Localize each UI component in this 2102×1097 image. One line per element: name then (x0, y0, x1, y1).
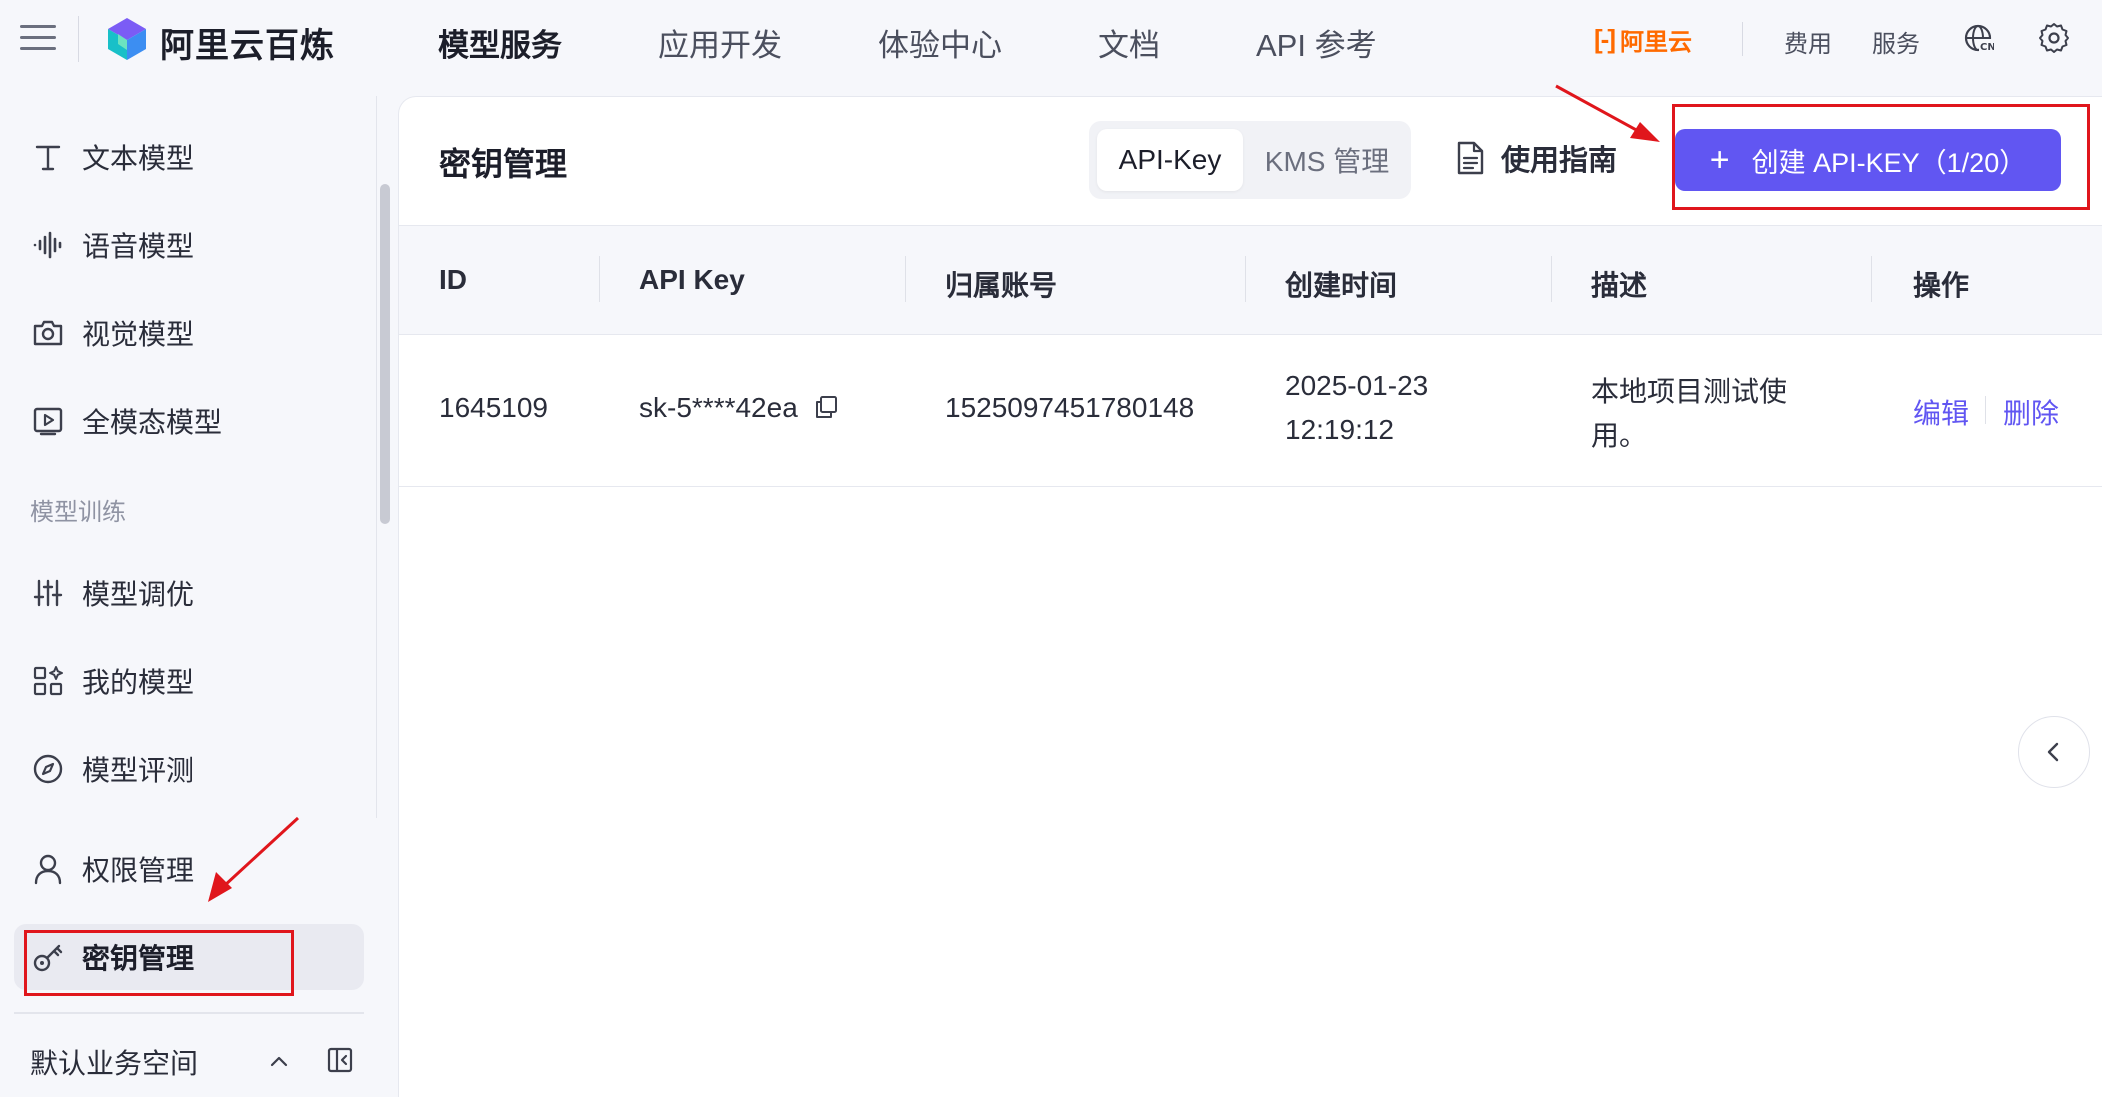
video-play-icon (30, 403, 66, 439)
cell-account: 1525097451780148 (945, 392, 1195, 423)
sidebar-item-model-tuning[interactable]: 模型调优 (14, 560, 364, 626)
tab-kms[interactable]: KMS 管理 (1249, 129, 1405, 191)
user-icon (30, 851, 66, 887)
sidebar-item-label: 我的模型 (82, 667, 195, 698)
action-divider (1985, 396, 1986, 424)
sidebar-collapse-icon[interactable] (326, 1046, 354, 1074)
usage-guide-label: 使用指南 (1501, 145, 1618, 177)
table-header: ID API Key 归属账号 创建时间 描述 操作 (399, 225, 2102, 335)
aliyun-logo-icon: [-] (1594, 24, 1616, 54)
delete-link[interactable]: 删除 (2003, 392, 2059, 432)
column-divider[interactable] (1551, 256, 1552, 302)
nav-api-reference[interactable]: API 参考 (1256, 20, 1377, 65)
sidebar-item-label: 语音模型 (82, 231, 195, 262)
highlight-box-create-button (1672, 104, 2090, 210)
sidebar-item-text-model[interactable]: 文本模型 (14, 124, 364, 190)
topbar-divider (78, 16, 79, 62)
aliyun-brand-text: 阿里云 (1619, 29, 1692, 56)
audio-wave-icon (30, 227, 66, 263)
panel-toggle-button[interactable] (2018, 716, 2090, 788)
bailian-logo-icon (108, 18, 146, 60)
sidebar-item-label: 模型调优 (82, 579, 195, 610)
sidebar-item-permission[interactable]: 权限管理 (14, 836, 364, 902)
nav-model-service[interactable]: 模型服务 (438, 20, 562, 65)
service-link[interactable]: 服务 (1872, 24, 1920, 59)
table-row: 1645109 sk-5****42ea 1525097451780148 20… (399, 334, 2102, 487)
sidebar-item-label: 文本模型 (82, 143, 195, 174)
column-divider[interactable] (1871, 256, 1872, 302)
menu-icon[interactable] (20, 22, 56, 54)
topbar-divider-right (1742, 22, 1743, 56)
column-header-id: ID (439, 264, 467, 295)
column-header-actions: 操作 (1913, 270, 1970, 301)
column-divider[interactable] (599, 256, 600, 302)
copy-icon[interactable] (813, 394, 839, 420)
sidebar-section-training: 模型训练 (30, 499, 126, 526)
sliders-icon (30, 575, 66, 611)
sidebar-item-label: 模型评测 (82, 755, 195, 786)
usage-guide-link[interactable]: 使用指南 (1455, 137, 1617, 179)
top-navigation-bar: 阿里云百炼 模型服务 应用开发 体验中心 文档 API 参考 [-] 阿里云 费… (0, 0, 2102, 80)
column-header-api-key: API Key (639, 264, 745, 295)
nav-experience-center[interactable]: 体验中心 (878, 20, 1002, 65)
language-icon[interactable]: CN (1962, 22, 1994, 54)
chevron-up-icon[interactable] (268, 1050, 290, 1072)
sidebar-scrollbar[interactable] (380, 184, 390, 524)
sidebar-item-label: 视觉模型 (82, 319, 195, 350)
main-nav: 模型服务 应用开发 体验中心 文档 API 参考 (438, 20, 1473, 65)
cell-created-time: 12:19:12 (1285, 414, 1394, 445)
cell-api-key: sk-5****42ea (639, 392, 798, 423)
app-logo-text[interactable]: 阿里云百炼 (160, 18, 335, 67)
cell-created-date: 2025-01-23 (1285, 370, 1429, 401)
column-divider[interactable] (1245, 256, 1246, 302)
text-icon (30, 139, 66, 175)
sidebar-scroll-track (376, 96, 377, 818)
aliyun-brand-link[interactable]: [-] 阿里云 (1594, 22, 1692, 57)
models-grid-icon (30, 663, 66, 699)
workspace-selector[interactable]: 默认业务空间 (30, 1042, 198, 1082)
settings-icon[interactable] (2038, 22, 2070, 54)
column-header-description: 描述 (1591, 270, 1648, 301)
edit-link[interactable]: 编辑 (1913, 392, 1969, 432)
key-type-tabs: API-Key KMS 管理 (1089, 121, 1411, 199)
main-content-panel: 密钥管理 API-Key KMS 管理 使用指南 + 创建 API-KEY（1/… (398, 96, 2102, 1097)
column-divider[interactable] (905, 256, 906, 302)
sidebar-item-model-eval[interactable]: 模型评测 (14, 736, 364, 802)
sidebar-bottom-divider (14, 1012, 364, 1014)
sidebar-item-label: 权限管理 (82, 855, 195, 886)
column-header-account: 归属账号 (945, 270, 1058, 301)
camera-icon (30, 315, 66, 351)
nav-docs[interactable]: 文档 (1098, 20, 1160, 65)
page-title: 密钥管理 (439, 146, 568, 182)
sidebar-item-label: 全模态模型 (82, 407, 223, 438)
nav-app-dev[interactable]: 应用开发 (658, 20, 782, 65)
highlight-box-key-management (24, 930, 294, 996)
sidebar-item-omni-model[interactable]: 全模态模型 (14, 388, 364, 454)
cell-description: 本地项目测试使用。 (1591, 376, 1788, 451)
chevron-left-icon (2047, 742, 2059, 762)
document-icon (1457, 141, 1484, 175)
column-header-created: 创建时间 (1285, 270, 1398, 301)
sidebar-item-audio-model[interactable]: 语音模型 (14, 212, 364, 278)
cell-id: 1645109 (439, 392, 549, 423)
sidebar-item-vision-model[interactable]: 视觉模型 (14, 300, 364, 366)
fees-link[interactable]: 费用 (1784, 24, 1832, 59)
compass-icon (30, 751, 66, 787)
svg-text:CN: CN (1980, 42, 1994, 53)
tab-api-key[interactable]: API-Key (1097, 129, 1243, 191)
sidebar-item-my-models[interactable]: 我的模型 (14, 648, 364, 714)
